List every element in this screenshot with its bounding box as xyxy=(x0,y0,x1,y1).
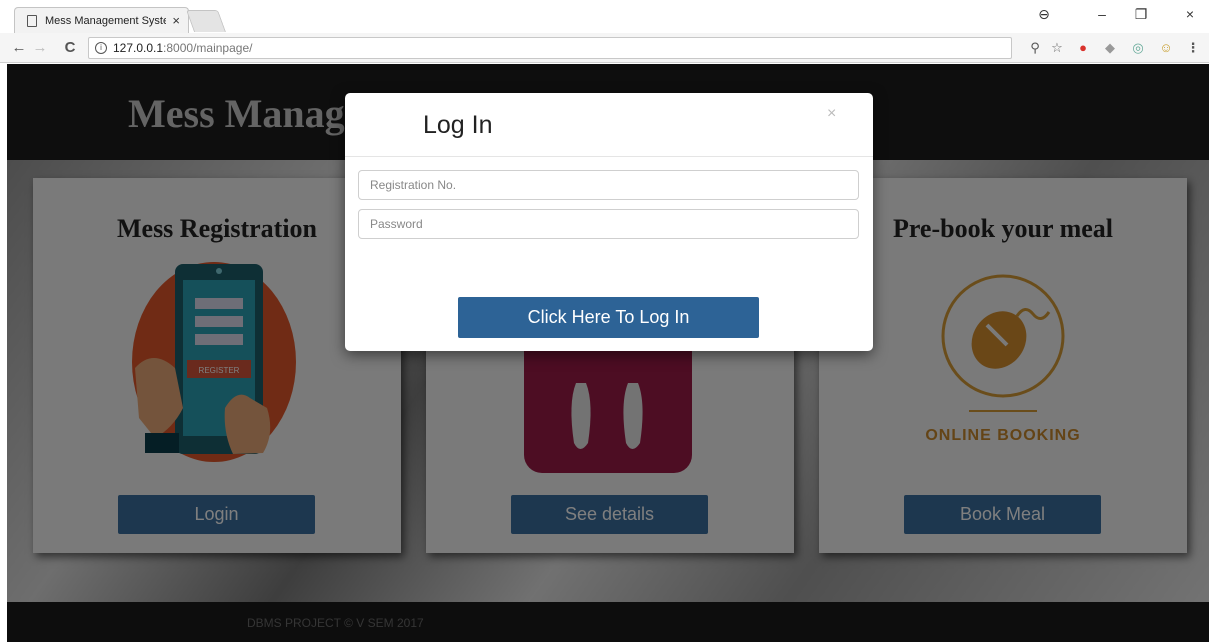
modal-close-icon[interactable]: × xyxy=(827,105,836,123)
browser-tabbar: Mess Management Syste × ⊖ – ❐ × xyxy=(0,0,1209,33)
menu-icon[interactable]: ⋮ xyxy=(1184,40,1202,56)
bookmark-star-icon[interactable]: ☆ xyxy=(1048,40,1066,56)
forward-button[interactable]: → xyxy=(31,39,49,56)
key-icon[interactable]: ⚲ xyxy=(1026,40,1044,56)
address-bar[interactable]: i 127.0.0.1:8000/mainpage/ xyxy=(88,37,1012,59)
registration-number-input[interactable] xyxy=(358,170,859,200)
browser-toolbar: ← → C i 127.0.0.1:8000/mainpage/ ⚲ ☆ ● ◆… xyxy=(0,33,1209,63)
extension-icon[interactable]: ◎ xyxy=(1129,40,1147,56)
shield-extension-icon[interactable]: ● xyxy=(1074,40,1092,55)
browser-tab[interactable]: Mess Management Syste × xyxy=(14,7,189,33)
url-path: :8000/mainpage/ xyxy=(163,41,253,55)
window-close-button[interactable]: × xyxy=(1180,6,1200,22)
reload-button[interactable]: C xyxy=(61,39,79,56)
modal-divider xyxy=(345,156,873,157)
extension-icon[interactable]: ◆ xyxy=(1101,40,1119,56)
page-icon xyxy=(27,14,37,27)
info-icon[interactable]: i xyxy=(95,42,107,54)
minimize-button[interactable]: – xyxy=(1092,6,1112,22)
new-tab-button[interactable] xyxy=(185,10,227,32)
password-input[interactable] xyxy=(358,209,859,239)
modal-title: Log In xyxy=(423,111,493,139)
url-host: 127.0.0.1 xyxy=(113,41,164,55)
profile-icon[interactable]: ⊖ xyxy=(1034,6,1054,23)
tab-close-icon[interactable]: × xyxy=(172,13,180,28)
maximize-button[interactable]: ❐ xyxy=(1131,6,1151,23)
back-button[interactable]: ← xyxy=(10,39,28,56)
extension-icon[interactable]: ☺ xyxy=(1157,40,1175,55)
tab-title: Mess Management Syste xyxy=(45,14,167,27)
login-submit-button[interactable]: Click Here To Log In xyxy=(458,297,759,338)
login-modal: Log In × Click Here To Log In xyxy=(345,93,873,351)
